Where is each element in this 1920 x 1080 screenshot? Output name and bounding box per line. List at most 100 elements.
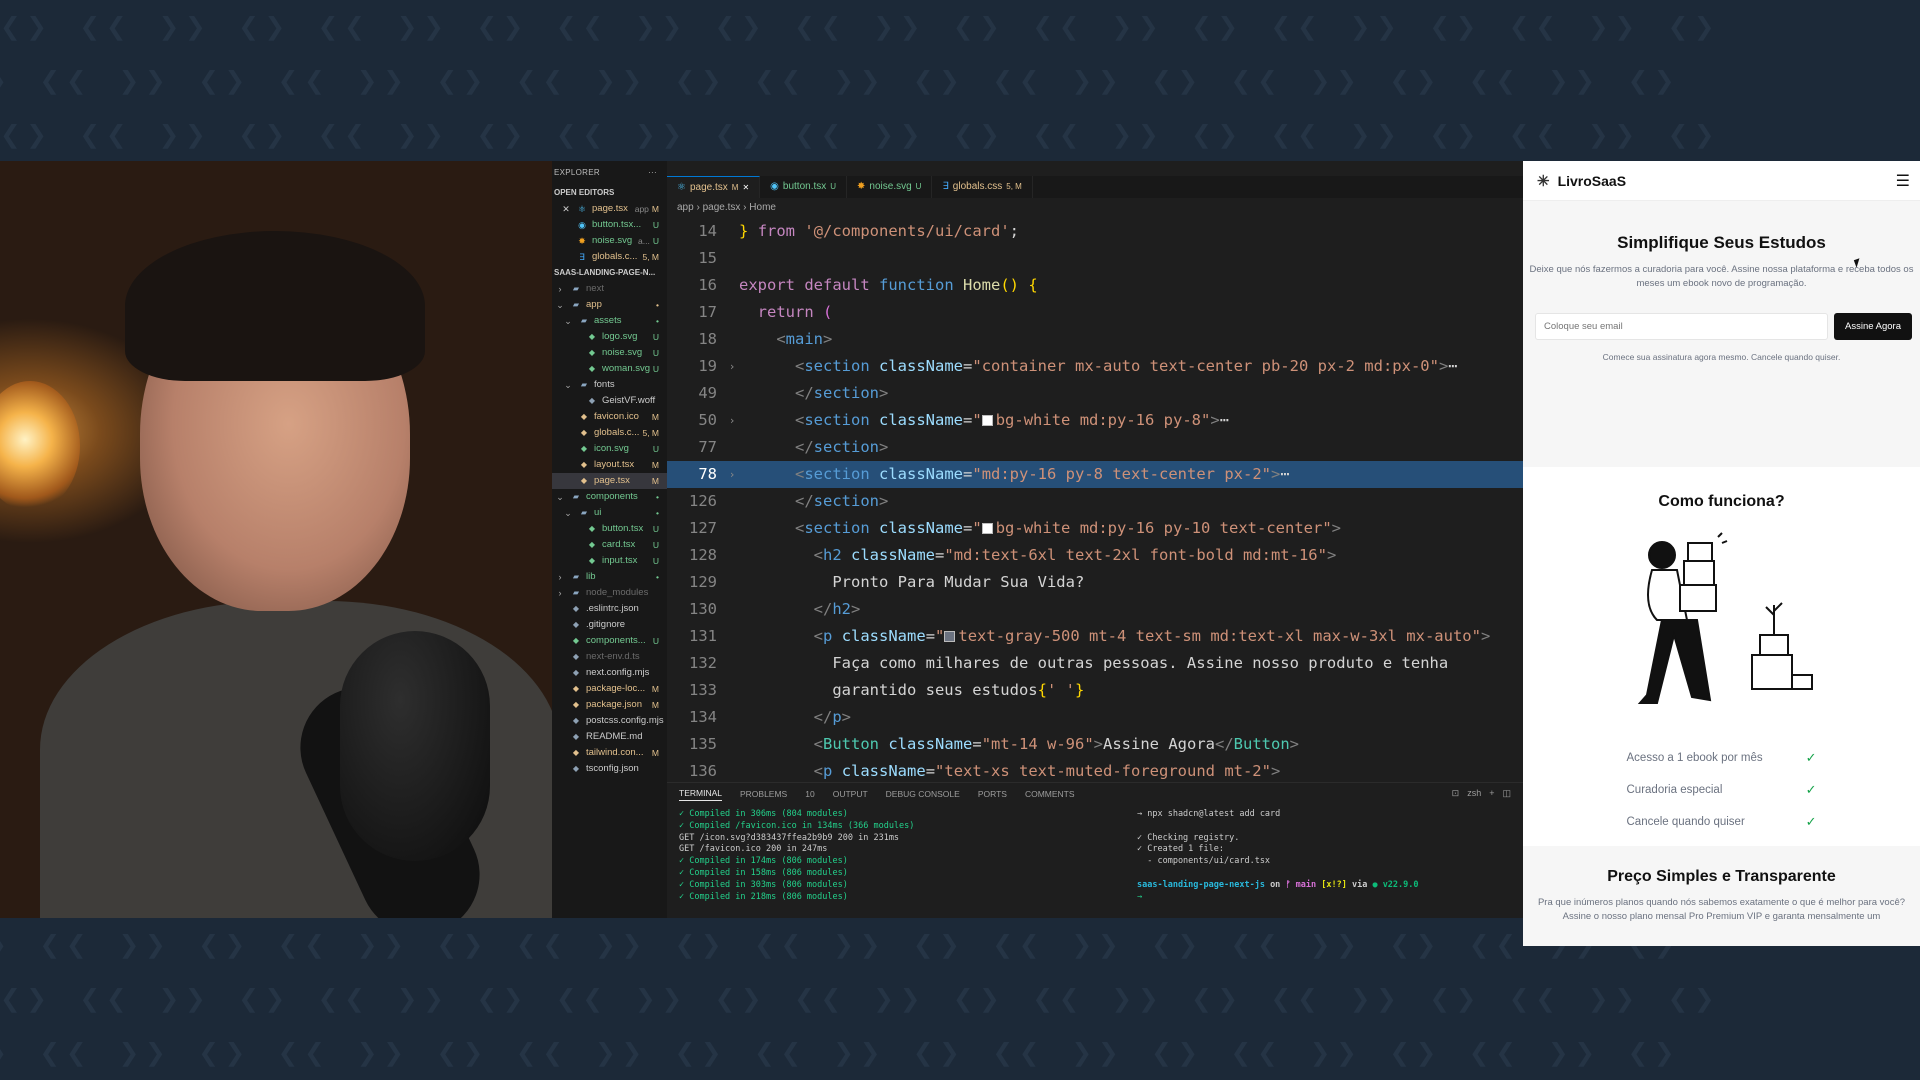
file-item[interactable]: ◆ logo.svg U: [552, 329, 667, 345]
code-text: <p className=" text-gray-500 mt-4 text-sm…: [739, 623, 1491, 650]
code-line[interactable]: 18 <main>: [667, 326, 1523, 353]
code-line[interactable]: 134 </p>: [667, 704, 1523, 731]
code-line[interactable]: 49 </section>: [667, 380, 1523, 407]
subscribe-button[interactable]: Assine Agora: [1834, 313, 1912, 340]
file-item[interactable]: ◆ components... U: [552, 633, 667, 649]
code-line[interactable]: 130 </h2>: [667, 596, 1523, 623]
panel-tab[interactable]: TERMINAL: [679, 788, 722, 801]
terminal-left[interactable]: ✓ Compiled in 306ms (804 modules) ✓ Compi…: [679, 809, 914, 903]
close-icon[interactable]: ✕: [560, 201, 572, 217]
file-item[interactable]: ◆ input.tsx U: [552, 553, 667, 569]
file-item[interactable]: ◆ woman.svg U: [552, 361, 667, 377]
folder-item[interactable]: › ▰ node_modules: [552, 585, 667, 601]
code-token: from: [757, 222, 796, 240]
fold-chevron-icon[interactable]: ›: [725, 353, 739, 380]
open-editor-item[interactable]: ✕ ⚛ page.tsx app M: [552, 201, 667, 217]
file-item[interactable]: ◆ tsconfig.json: [552, 761, 667, 777]
code-line[interactable]: 19 › <section className="container mx-aut…: [667, 353, 1523, 380]
file-item[interactable]: ◆ icon.svg U: [552, 441, 667, 457]
tab-noise-svg[interactable]: ✸ noise.svg U: [847, 176, 933, 198]
file-item[interactable]: ◆ .eslintrc.json: [552, 601, 667, 617]
file-item[interactable]: ◆ README.md: [552, 729, 667, 745]
open-editors-header[interactable]: OPEN EDITORS: [552, 185, 667, 201]
tab-button-tsx[interactable]: ◉ button.tsx U: [760, 176, 848, 198]
fold-chevron-icon[interactable]: ›: [725, 407, 739, 434]
file-item[interactable]: ◆ button.tsx U: [552, 521, 667, 537]
file-item[interactable]: ◆ package.json M: [552, 697, 667, 713]
folder-item[interactable]: ⌄ ▰ components •: [552, 489, 667, 505]
code-line[interactable]: 129 Pronto Para Mudar Sua Vida?: [667, 569, 1523, 596]
panel-tab[interactable]: COMMENTS: [1025, 789, 1075, 799]
panel-tab[interactable]: DEBUG CONSOLE: [886, 789, 960, 799]
breadcrumb-item[interactable]: Home: [749, 202, 776, 213]
code-line[interactable]: 132 Faça como milhares de outras pessoas…: [667, 650, 1523, 677]
close-icon[interactable]: ✕: [742, 177, 749, 199]
file-item[interactable]: ◆ .gitignore: [552, 617, 667, 633]
code-line[interactable]: 17 return (: [667, 299, 1523, 326]
split-terminal-icon[interactable]: ◫: [1502, 788, 1511, 799]
code-line[interactable]: 15: [667, 245, 1523, 272]
file-name: GeistVF.woff: [602, 395, 656, 406]
file-item[interactable]: ◆ favicon.ico M: [552, 409, 667, 425]
file-item[interactable]: ◆ card.tsx U: [552, 537, 667, 553]
menu-icon[interactable]: ☰: [1896, 171, 1910, 191]
file-item[interactable]: ◆ globals.c... 5, M: [552, 425, 667, 441]
folder-item[interactable]: › ▰ next: [552, 281, 667, 297]
breadcrumb-item[interactable]: app: [677, 202, 694, 213]
tab-globals-css[interactable]: ∃ globals.css 5, M: [932, 176, 1033, 198]
file-item[interactable]: ◆ postcss.config.mjs: [552, 713, 667, 729]
shell-label[interactable]: zsh: [1467, 788, 1481, 799]
file-item[interactable]: ◆ noise.svg U: [552, 345, 667, 361]
file-item[interactable]: ◆ layout.tsx M: [552, 457, 667, 473]
folder-icon: ▰: [572, 588, 580, 597]
code-line[interactable]: 133 garantido seus estudos{' '}: [667, 677, 1523, 704]
file-item[interactable]: ◆ next-env.d.ts: [552, 649, 667, 665]
code-line[interactable]: 136 <p className="text-xs text-muted-for…: [667, 758, 1523, 782]
code-line[interactable]: 14} from '@/components/ui/card';: [667, 218, 1523, 245]
code-line[interactable]: 128 <h2 className="md:text-6xl text-2xl …: [667, 542, 1523, 569]
code-text: <section className="container mx-auto te…: [739, 353, 1458, 380]
panel-tab[interactable]: OUTPUT: [833, 789, 868, 799]
folder-item[interactable]: › ▰ lib •: [552, 569, 667, 585]
folder-item[interactable]: ⌄ ▰ app •: [552, 297, 667, 313]
code-line[interactable]: 131 <p className=" text-gray-500 mt-4 tex…: [667, 623, 1523, 650]
tab-label: globals.css: [952, 181, 1003, 192]
code-line[interactable]: 78 › <section className="md:py-16 py-8 te…: [667, 461, 1523, 488]
project-header[interactable]: SAAS-LANDING-PAGE-N...: [552, 265, 667, 281]
folder-icon: ▰: [572, 492, 580, 501]
folder-item[interactable]: ⌄ ▰ assets •: [552, 313, 667, 329]
code-line[interactable]: 16 export default function Home() {: [667, 272, 1523, 299]
file-item[interactable]: ◆ next.config.mjs: [552, 665, 667, 681]
file-item[interactable]: ◆ package-loc... M: [552, 681, 667, 697]
terminal-line: ✓ Created 1 file:: [1137, 844, 1224, 855]
code-editor[interactable]: 14} from '@/components/ui/card'; 15 16 expo…: [667, 218, 1523, 782]
panel-tab[interactable]: 10: [805, 789, 814, 799]
code-line[interactable]: 50 › <section className=" bg-white md:py-1…: [667, 407, 1523, 434]
open-editor-item[interactable]: ✸ noise.svg a... U: [552, 233, 667, 249]
fold-chevron-icon[interactable]: ›: [725, 461, 739, 488]
tab-page-tsx[interactable]: ⚛ page.tsx M ✕: [667, 176, 761, 199]
panel-tab[interactable]: PORTS: [978, 789, 1007, 799]
breadcrumb-item[interactable]: page.tsx: [703, 202, 741, 213]
terminal-right[interactable]: → npx shadcn@latest add card ✓ Checking r…: [1137, 809, 1424, 903]
code-line[interactable]: 127 <section className=" bg-white md:py-1…: [667, 515, 1523, 542]
site-logo[interactable]: ✳ LivroSaaS: [1537, 172, 1896, 190]
code-line[interactable]: 126 </section>: [667, 488, 1523, 515]
open-editor-item[interactable]: ∃ globals.c... 5, M: [552, 249, 667, 265]
email-input[interactable]: [1535, 313, 1829, 340]
file-item[interactable]: ◆ page.tsx M: [552, 473, 667, 489]
code-token: p: [823, 627, 833, 645]
add-terminal-icon[interactable]: +: [1489, 788, 1494, 799]
folder-item[interactable]: ⌄ ▰ ui •: [552, 505, 667, 521]
file-icon: ◆: [588, 348, 596, 357]
open-editor-item[interactable]: ◉ button.tsx... U: [552, 217, 667, 233]
file-item[interactable]: ◆ tailwind.con... M: [552, 745, 667, 761]
chevron-down-icon: ⌄: [564, 508, 572, 518]
code-line[interactable]: 77 </section>: [667, 434, 1523, 461]
folder-item[interactable]: ⌄ ▰ fonts: [552, 377, 667, 393]
file-item[interactable]: ◆ GeistVF.woff: [552, 393, 667, 409]
more-actions-icon[interactable]: ···: [648, 161, 657, 185]
panel-tab[interactable]: PROBLEMS: [740, 789, 787, 799]
code-line[interactable]: 135 <Button className="mt-14 w-96">Assin…: [667, 731, 1523, 758]
